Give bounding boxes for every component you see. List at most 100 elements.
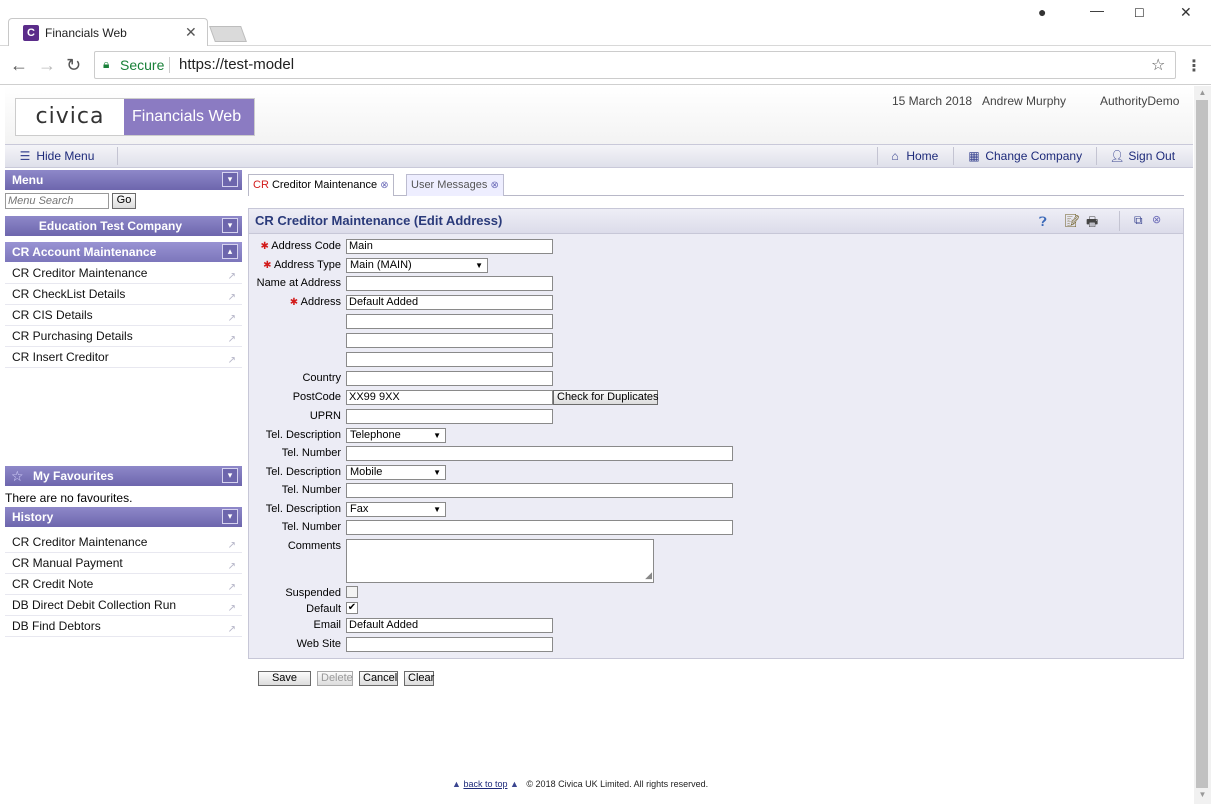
home-button[interactable]: ⌂ Home	[887, 149, 938, 163]
default-checkbox[interactable]: ✔	[346, 602, 358, 614]
menu-search-input[interactable]	[5, 193, 109, 209]
tel-number-2-input[interactable]	[346, 483, 733, 498]
back-arrow-icon[interactable]: ←	[10, 56, 28, 74]
tel-number-3-input[interactable]	[346, 520, 733, 535]
dropdown-arrow-icon: ▼	[433, 431, 441, 440]
close-tab-icon[interactable]: ⊗	[490, 180, 498, 191]
address-code-input[interactable]: Main	[346, 239, 553, 254]
bookmark-star-icon[interactable]: ☆	[1151, 55, 1165, 75]
cancel-button[interactable]: Cancel	[359, 671, 398, 686]
hide-menu-icon: ☰	[19, 149, 31, 163]
tel-description-2-label: Tel. Description	[265, 466, 341, 478]
comments-label: Comments	[287, 540, 341, 552]
close-form-icon[interactable]: ⊗	[1152, 213, 1161, 226]
tel-description-1-select[interactable]: Telephone ▼	[346, 428, 446, 443]
scrollbar-thumb[interactable]	[1196, 100, 1208, 788]
menu-item-cr-purchasing-details[interactable]: CR Purchasing Details ↗	[5, 326, 242, 347]
navbar-divider	[1096, 147, 1097, 165]
change-company-button[interactable]: ▦ Change Company	[966, 149, 1082, 163]
open-new-window-icon[interactable]: ↗	[228, 351, 236, 371]
delete-button[interactable]: Delete	[317, 671, 353, 686]
tel-description-3-select[interactable]: Fax ▼	[346, 502, 446, 517]
postcode-input[interactable]: XX99 9XX	[346, 390, 553, 405]
print-icon[interactable]: 🖶︎	[1086, 213, 1098, 235]
panel-toggle-icon[interactable]: ▾	[222, 218, 238, 233]
new-window-icon[interactable]: ⧉	[1134, 213, 1143, 228]
history-item[interactable]: CR Manual Payment ↗	[5, 553, 242, 574]
clear-button[interactable]: Clear	[404, 671, 434, 686]
history-item[interactable]: DB Find Debtors ↗	[5, 616, 242, 637]
menu-item-cr-checklist-details[interactable]: CR CheckList Details ↗	[5, 284, 242, 305]
address-line3-input[interactable]	[346, 333, 553, 348]
panel-toggle-icon[interactable]: ▾	[222, 172, 238, 187]
omnibox[interactable]: 🔒︎ Secure https://test-model ☆	[94, 51, 1176, 79]
dropdown-arrow-icon: ▼	[475, 261, 483, 270]
minimize-icon[interactable]: —	[1090, 2, 1104, 18]
save-button[interactable]: Save	[258, 671, 311, 686]
address-line4-input[interactable]	[346, 352, 553, 367]
name-at-address-input[interactable]	[346, 276, 553, 291]
tab-user-messages[interactable]: User Messages ⊗	[406, 174, 504, 196]
forward-arrow-icon[interactable]: →	[38, 56, 56, 74]
country-input[interactable]	[346, 371, 553, 386]
panel-toggle-icon[interactable]: ▾	[222, 468, 238, 483]
up-arrow-icon: ▲	[452, 779, 461, 789]
scroll-up-icon[interactable]: ▲	[1194, 88, 1211, 100]
resize-handle-icon[interactable]: ◢	[645, 569, 652, 582]
close-window-icon[interactable]: ✕	[1180, 4, 1192, 21]
check-duplicates-button[interactable]: Check for Duplicates	[553, 390, 659, 405]
menu-item-cr-creditor-maintenance[interactable]: CR Creditor Maintenance ↗	[5, 263, 242, 284]
menu-item-label: CR CIS Details	[12, 308, 93, 322]
browser-tab[interactable]: C Financials Web ✕	[8, 18, 208, 46]
panel-toggle-icon[interactable]: ▾	[222, 509, 238, 524]
reload-icon[interactable]: ↻	[66, 56, 81, 74]
favourites-title: My Favourites	[33, 469, 114, 483]
close-tab-icon[interactable]: ✕	[185, 24, 197, 41]
address-type-select[interactable]: Main (MAIN) ▼	[346, 258, 488, 273]
tab-prefix: CR	[253, 179, 269, 191]
star-icon: ☆	[11, 468, 24, 484]
url-text[interactable]: https://test-model	[179, 56, 294, 73]
help-icon[interactable]: ❓︎	[1039, 214, 1047, 230]
menu-item-cr-insert-creditor[interactable]: CR Insert Creditor ↗	[5, 347, 242, 368]
new-tab-button[interactable]	[209, 26, 247, 42]
required-marker: ✱	[263, 260, 272, 271]
history-item[interactable]: DB Direct Debit Collection Run ↗	[5, 595, 242, 616]
profile-icon[interactable]: ●	[1038, 4, 1046, 20]
comments-textarea[interactable]: ◢	[346, 539, 654, 583]
navbar-divider	[953, 147, 954, 165]
close-tab-icon[interactable]: ⊗	[380, 180, 388, 191]
website-input[interactable]	[346, 637, 553, 652]
history-item-label: CR Creditor Maintenance	[12, 535, 148, 549]
email-input[interactable]: Default Added	[346, 618, 553, 633]
section-header[interactable]: CR Account Maintenance ▴	[5, 242, 242, 262]
address-line1-input[interactable]: Default Added	[346, 295, 553, 310]
sign-out-button[interactable]: 👤︎ Sign Out	[1109, 149, 1175, 163]
tel-number-1-label: Tel. Number	[281, 447, 341, 459]
open-new-window-icon[interactable]: ↗	[228, 620, 236, 640]
address-line2-input[interactable]	[346, 314, 553, 329]
uprn-input[interactable]	[346, 409, 553, 424]
maximize-icon[interactable]: ☐	[1134, 6, 1145, 20]
suspended-checkbox[interactable]	[346, 586, 358, 598]
scroll-down-icon[interactable]: ▼	[1194, 790, 1211, 802]
back-to-top-link[interactable]: back to top	[463, 779, 507, 789]
header-divider	[1119, 211, 1120, 231]
browser-menu-icon[interactable]: ⋮	[1186, 56, 1202, 76]
section-collapse-icon[interactable]: ▴	[222, 244, 238, 259]
menu-search-go-button[interactable]: Go	[112, 193, 136, 209]
menu-item-cr-cis-details[interactable]: CR CIS Details ↗	[5, 305, 242, 326]
tab-label: User Messages	[411, 179, 488, 191]
form-tabs: CR Creditor Maintenance ⊗ User Messages …	[248, 174, 1184, 196]
history-item[interactable]: CR Credit Note ↗	[5, 574, 242, 595]
history-item-label: DB Find Debtors	[12, 619, 101, 633]
tab-creditor-maintenance[interactable]: CR Creditor Maintenance ⊗	[248, 174, 394, 196]
history-item[interactable]: CR Creditor Maintenance ↗	[5, 532, 242, 553]
tel-description-2-select[interactable]: Mobile ▼	[346, 465, 446, 480]
form-title: CR Creditor Maintenance (Edit Address)	[255, 213, 503, 228]
tel-description-3-label: Tel. Description	[265, 503, 341, 515]
up-arrow-icon: ▲	[509, 779, 519, 789]
tel-number-1-input[interactable]	[346, 446, 733, 461]
hide-menu-button[interactable]: ☰ Hide Menu	[17, 149, 95, 163]
notes-icon[interactable]: 📝︎	[1064, 213, 1081, 229]
